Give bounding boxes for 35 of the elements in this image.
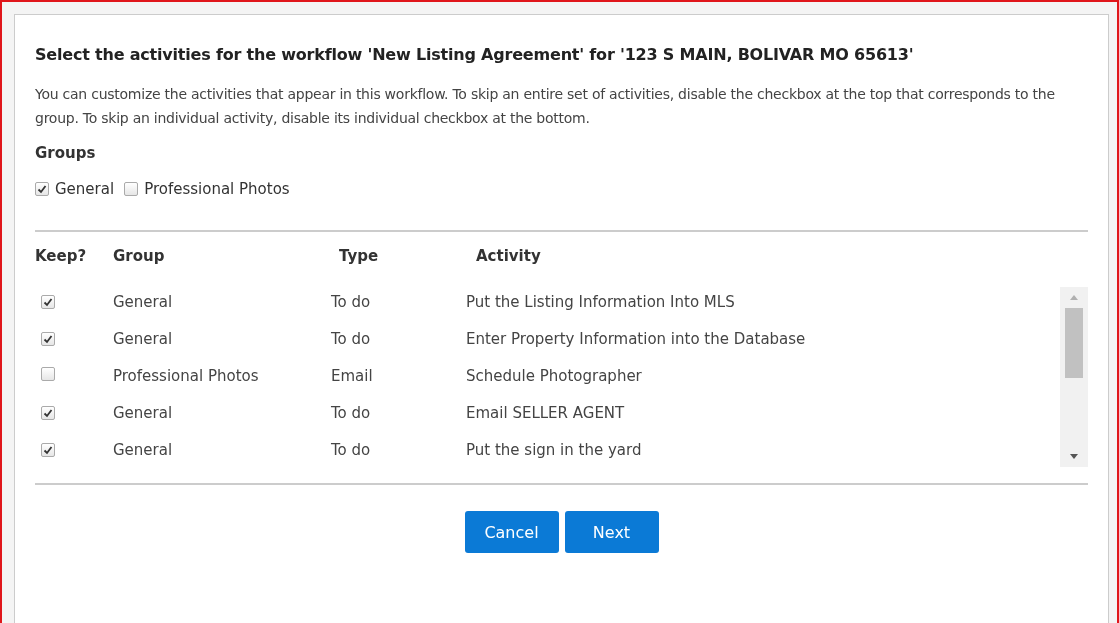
- column-header: Group: [113, 247, 166, 265]
- groups-label: Groups: [35, 144, 97, 162]
- description: You can customize the activities that appear in this workflow. To skip an entire set of activities, disable the checkbox at the top that corresponds to the group. To skip an individual activity, disable its individual checkbox at the bottom.: [35, 85, 1056, 128]
- table-cell-text: To do: [331, 403, 372, 422]
- checkbox[interactable]: [35, 182, 49, 196]
- group-label: Professional Photos: [144, 180, 290, 198]
- column-header: Keep?: [35, 247, 88, 265]
- group-label: General: [55, 180, 115, 198]
- checkbox[interactable]: [41, 331, 55, 346]
- dialog-title: Select the activities for the workflow 'New Listing Agreement' for '123 S MAIN, BOLIVAR MO 65613': [35, 45, 915, 64]
- table-cell-text: To do: [331, 292, 372, 311]
- table-cell-text: General: [113, 292, 174, 311]
- checkbox[interactable]: [41, 405, 55, 420]
- column-header: Type: [338, 247, 380, 265]
- table-cell-text: Enter Property Information into the Database: [466, 329, 807, 348]
- table-cell-text: Put the Listing Information Into MLS: [466, 292, 736, 311]
- table-cell-text: Email SELLER AGENT: [466, 403, 626, 422]
- dialog-button[interactable]: Next: [564, 511, 659, 553]
- table-cell-text: Professional Photos: [113, 366, 260, 385]
- checkbox[interactable]: [124, 182, 139, 196]
- scrollbar[interactable]: [1060, 287, 1088, 467]
- table-cell-text: To do: [331, 440, 372, 459]
- table-cell-text: Schedule Photographer: [466, 366, 643, 385]
- checkbox[interactable]: [41, 366, 55, 381]
- table-cell-text: To do: [331, 329, 372, 348]
- table-cell-text: Put the sign in the yard: [466, 440, 643, 459]
- scroll-down-icon[interactable]: [1070, 454, 1078, 459]
- table-cell-text: General: [113, 403, 174, 422]
- table-cell-text: Email: [331, 366, 374, 385]
- table-cell-text: General: [113, 329, 174, 348]
- table-cell-text: General: [113, 440, 174, 459]
- dialog-button[interactable]: Cancel: [464, 511, 559, 553]
- column-header: Activity: [475, 247, 542, 265]
- checkbox[interactable]: [41, 442, 55, 457]
- checkbox[interactable]: [41, 294, 55, 309]
